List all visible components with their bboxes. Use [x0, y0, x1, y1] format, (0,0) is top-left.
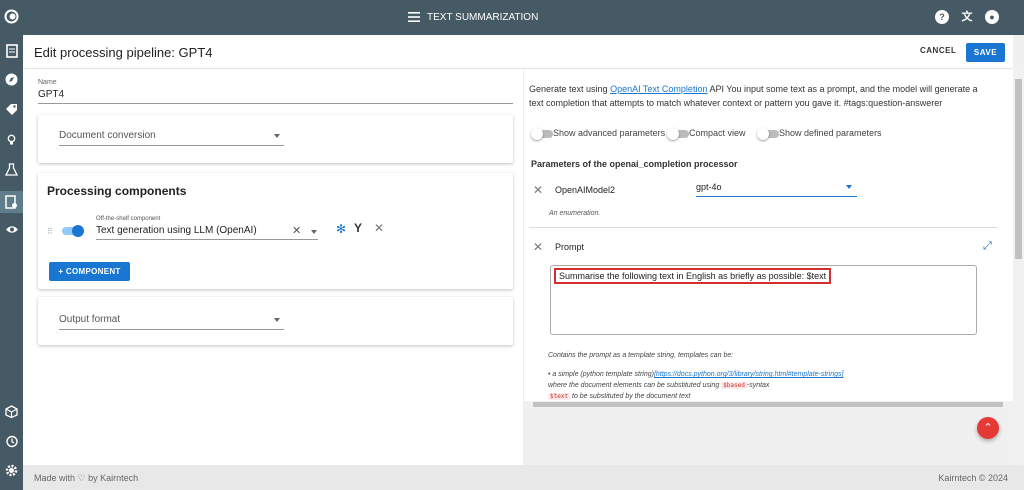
top-bar: TEXT SUMMARIZATION ? 文 ●: [23, 0, 1024, 35]
chevron-down-icon[interactable]: [311, 230, 317, 234]
sidebar: [0, 0, 23, 490]
output-format-placeholder: Output format: [59, 314, 121, 325]
prompt-help-3-text: where the document elements can be subst…: [548, 382, 722, 389]
show-advanced-toggle[interactable]: [531, 128, 553, 140]
cancel-button[interactable]: CANCEL: [920, 46, 956, 55]
model-select-value: gpt-4o: [696, 182, 722, 192]
code-text: $text: [548, 393, 571, 400]
flask-icon[interactable]: [3, 163, 20, 180]
compact-view-label: Compact view: [689, 128, 746, 138]
add-component-button[interactable]: + COMPONENT: [49, 262, 130, 281]
parameters-section-title: Parameters of the openai_completion proc…: [531, 159, 738, 169]
prompt-help-3-suffix: -syntax: [746, 382, 770, 389]
add-component-label: COMPONENT: [65, 267, 121, 276]
footer: Made with ♡ by Kairntech Kairntech © 202…: [23, 465, 1024, 490]
expand-icon[interactable]: ⤢: [983, 240, 992, 253]
logo-icon[interactable]: [3, 9, 20, 26]
remove-prompt-param-icon[interactable]: ✕: [533, 240, 543, 254]
page-title: Edit processing pipeline: GPT4: [34, 45, 213, 60]
model-param-name: OpenAIModel2: [555, 185, 616, 195]
remove-component-icon[interactable]: ✕: [374, 221, 384, 235]
prompt-help-4-text: to be substituted by the document text: [570, 393, 691, 400]
document-conversion-card: Document conversion: [38, 115, 513, 163]
chevron-down-icon: [274, 318, 280, 322]
vertical-scrollbar[interactable]: [1013, 69, 1024, 465]
show-defined-toggle[interactable]: [757, 128, 779, 140]
model-hint: An enumeration.: [549, 210, 601, 217]
menu-icon[interactable]: [408, 12, 420, 22]
chevron-up-icon: ⌃: [983, 422, 993, 434]
name-input[interactable]: GPT4: [38, 89, 513, 104]
document-icon[interactable]: [3, 44, 20, 61]
model-select[interactable]: gpt-4o: [696, 182, 857, 197]
fork-icon[interactable]: Y: [354, 221, 362, 235]
component-label: Off-the-shelf component: [96, 216, 161, 222]
footer-copyright: Kairntech © 2024: [938, 473, 1008, 483]
code-based: $based: [721, 382, 747, 389]
description-text: Generate text using: [529, 84, 611, 94]
eye-icon[interactable]: [3, 223, 20, 240]
tag-icon[interactable]: [3, 103, 20, 120]
component-enabled-toggle[interactable]: [62, 225, 84, 237]
chevron-down-icon: [274, 134, 280, 138]
scroll-top-button[interactable]: ⌃: [977, 417, 999, 439]
history-icon[interactable]: [3, 435, 20, 452]
lightbulb-icon[interactable]: [3, 133, 20, 150]
document-conversion-select[interactable]: Document conversion: [59, 130, 284, 146]
prompt-value: Summarise the following text in English …: [554, 268, 832, 284]
remove-model-param-icon[interactable]: ✕: [533, 183, 543, 197]
document-conversion-placeholder: Document conversion: [59, 130, 156, 141]
prompt-textarea[interactable]: Summarise the following text in English …: [550, 265, 977, 335]
prompt-help-line-4: $text to be substituted by the document …: [548, 393, 690, 400]
horizontal-scrollbar[interactable]: [524, 401, 1013, 408]
name-label: Name: [38, 79, 57, 86]
translate-icon[interactable]: 文: [960, 10, 974, 24]
output-format-select[interactable]: Output format: [59, 314, 284, 330]
output-format-card: Output format: [38, 297, 513, 345]
prompt-help-2-text: a simple (python template string): [552, 371, 654, 378]
show-defined-label: Show defined parameters: [779, 128, 882, 138]
compact-view-toggle[interactable]: [667, 128, 689, 140]
openai-completion-link[interactable]: OpenAI Text Completion: [610, 84, 707, 94]
page-header: Edit processing pipeline: GPT4 CANCEL SA…: [23, 35, 1013, 69]
clear-component-icon[interactable]: ✕: [292, 224, 301, 237]
python-template-link[interactable]: [https://docs.python.org/3/library/strin…: [654, 371, 843, 378]
parameters-panel: Generate text using OpenAI Text Completi…: [524, 69, 1013, 405]
save-button[interactable]: SAVE: [966, 43, 1005, 62]
processing-components-card: Processing components ⠿ Off-the-shelf co…: [38, 173, 513, 289]
prompt-help-line-3: where the document elements can be subst…: [548, 382, 769, 389]
prompt-help-line-1: Contains the prompt as a template string…: [548, 352, 734, 359]
gear-icon[interactable]: ✻: [336, 222, 346, 236]
processing-components-title: Processing components: [47, 184, 187, 198]
prompt-help-line-2: • a simple (python template string)[http…: [548, 371, 844, 378]
processor-description: Generate text using OpenAI Text Completi…: [529, 82, 994, 110]
component-select[interactable]: Text generation using LLM (OpenAI): [96, 225, 318, 240]
cube-icon[interactable]: [3, 405, 20, 422]
settings-icon[interactable]: [3, 464, 20, 481]
show-advanced-label: Show advanced parameters: [553, 128, 666, 138]
compass-icon[interactable]: [3, 73, 20, 90]
divider: [529, 227, 998, 228]
app-title: TEXT SUMMARIZATION: [427, 12, 539, 23]
pipeline-form: Name GPT4 Document conversion Processing…: [23, 69, 523, 465]
footer-credit: Made with ♡ by Kairntech: [34, 473, 139, 483]
prompt-param-name: Prompt: [555, 242, 585, 252]
account-icon[interactable]: ●: [985, 10, 999, 24]
pipeline-icon[interactable]: [0, 191, 23, 213]
help-icon[interactable]: ?: [935, 10, 949, 24]
drag-handle-icon[interactable]: ⠿: [47, 227, 53, 236]
chevron-down-icon: [846, 185, 852, 189]
